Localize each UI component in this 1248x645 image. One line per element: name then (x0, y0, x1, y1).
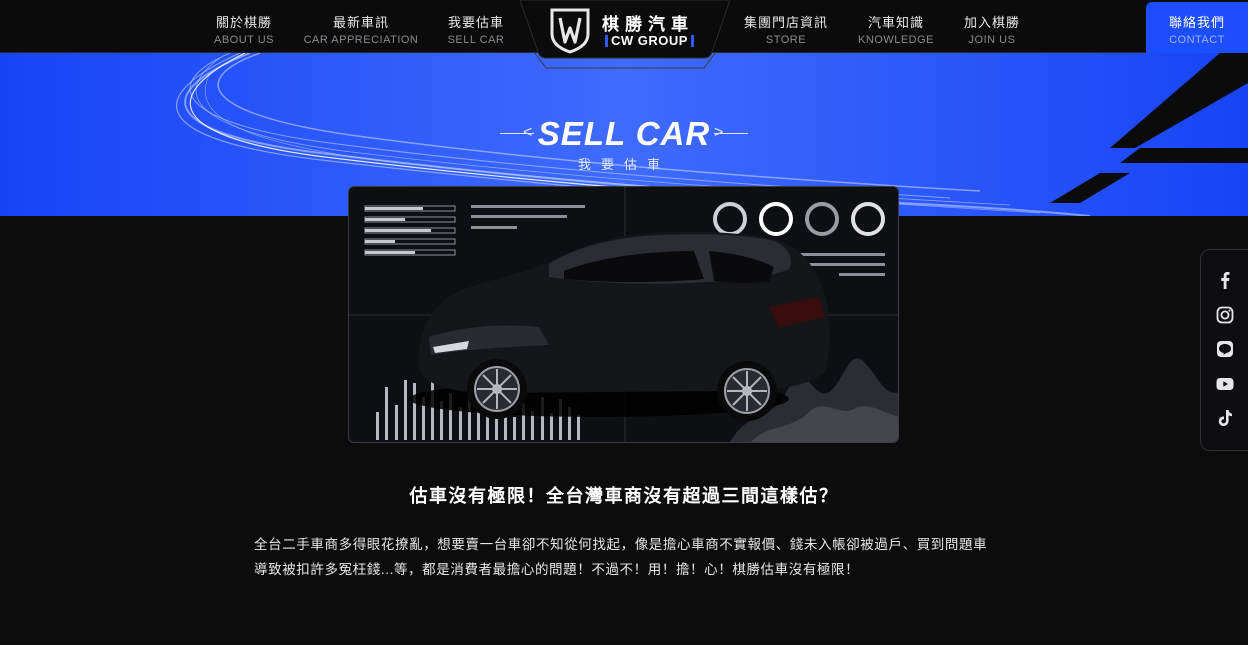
nav-item-about-us[interactable]: 關於棋勝 ABOUT US (205, 14, 283, 47)
tiktok-icon[interactable] (1215, 408, 1235, 428)
instagram-icon[interactable] (1215, 305, 1235, 325)
logo-bar-right (690, 34, 694, 47)
nav-label-zh: 關於棋勝 (215, 15, 272, 30)
logo-text-en-label: CW GROUP (611, 33, 688, 48)
suv-car-image (409, 231, 830, 421)
nav-label-en: ABOUT US (213, 34, 275, 46)
nav-label-zh: 汽車知識 (867, 15, 924, 30)
cw-shield-icon (550, 8, 590, 54)
nav-item-join-us[interactable]: 加入棋勝 JOIN US (954, 14, 1030, 47)
youtube-icon[interactable] (1215, 374, 1235, 394)
logo-text-zh: 棋勝汽車 (602, 15, 694, 34)
page-subtitle: 我要估車 (577, 157, 670, 172)
nav-label-en: KNOWLEDGE (857, 34, 934, 46)
nav-label-en: CAR APPRECIATION (303, 34, 419, 46)
section-headline: 估車沒有極限！全台灣車商沒有超過三間這樣估？ (409, 486, 839, 506)
facebook-icon[interactable] (1215, 270, 1235, 290)
nav-item-knowledge[interactable]: 汽車知識 KNOWLEDGE (852, 14, 940, 47)
section-body-text: 全台二手車商多得眼花撩亂，想要賣一台車卻不知從何找起，像是擔心車商不實報價、錢未… (254, 537, 988, 577)
brand-logo[interactable]: 棋勝汽車 CW GROUP (520, 0, 730, 70)
nav-label-zh: 加入棋勝 (963, 15, 1020, 30)
nav-label-zh: 我要估車 (447, 15, 504, 30)
logo-text-en: CW GROUP (602, 33, 697, 48)
social-sidebar (1200, 249, 1248, 451)
line-icon[interactable] (1215, 339, 1235, 359)
nav-item-store[interactable]: 集團門店資訊 STORE (736, 14, 836, 47)
page-title: SELL CAR (537, 115, 711, 152)
nav-label-en: JOIN US (968, 34, 1016, 46)
nav-label-zh: 最新車訊 (332, 15, 389, 30)
nav-label-en: STORE (765, 34, 807, 46)
contact-label-zh: 聯絡我們 (1168, 15, 1225, 30)
car-showcase-panel (348, 186, 899, 443)
nav-item-car-appreciation[interactable]: 最新車訊 CAR APPRECIATION (298, 14, 424, 47)
nav-label-en: SELL CAR (447, 34, 505, 46)
contact-label-en: CONTACT (1169, 34, 1225, 46)
contact-button[interactable]: 聯絡我們 CONTACT (1146, 2, 1248, 53)
car-dashboard-graphic (349, 187, 898, 442)
logo-bar-left (605, 34, 608, 47)
nav-label-zh: 集團門店資訊 (743, 15, 828, 30)
nav-item-sell-car[interactable]: 我要估車 SELL CAR (438, 14, 514, 47)
